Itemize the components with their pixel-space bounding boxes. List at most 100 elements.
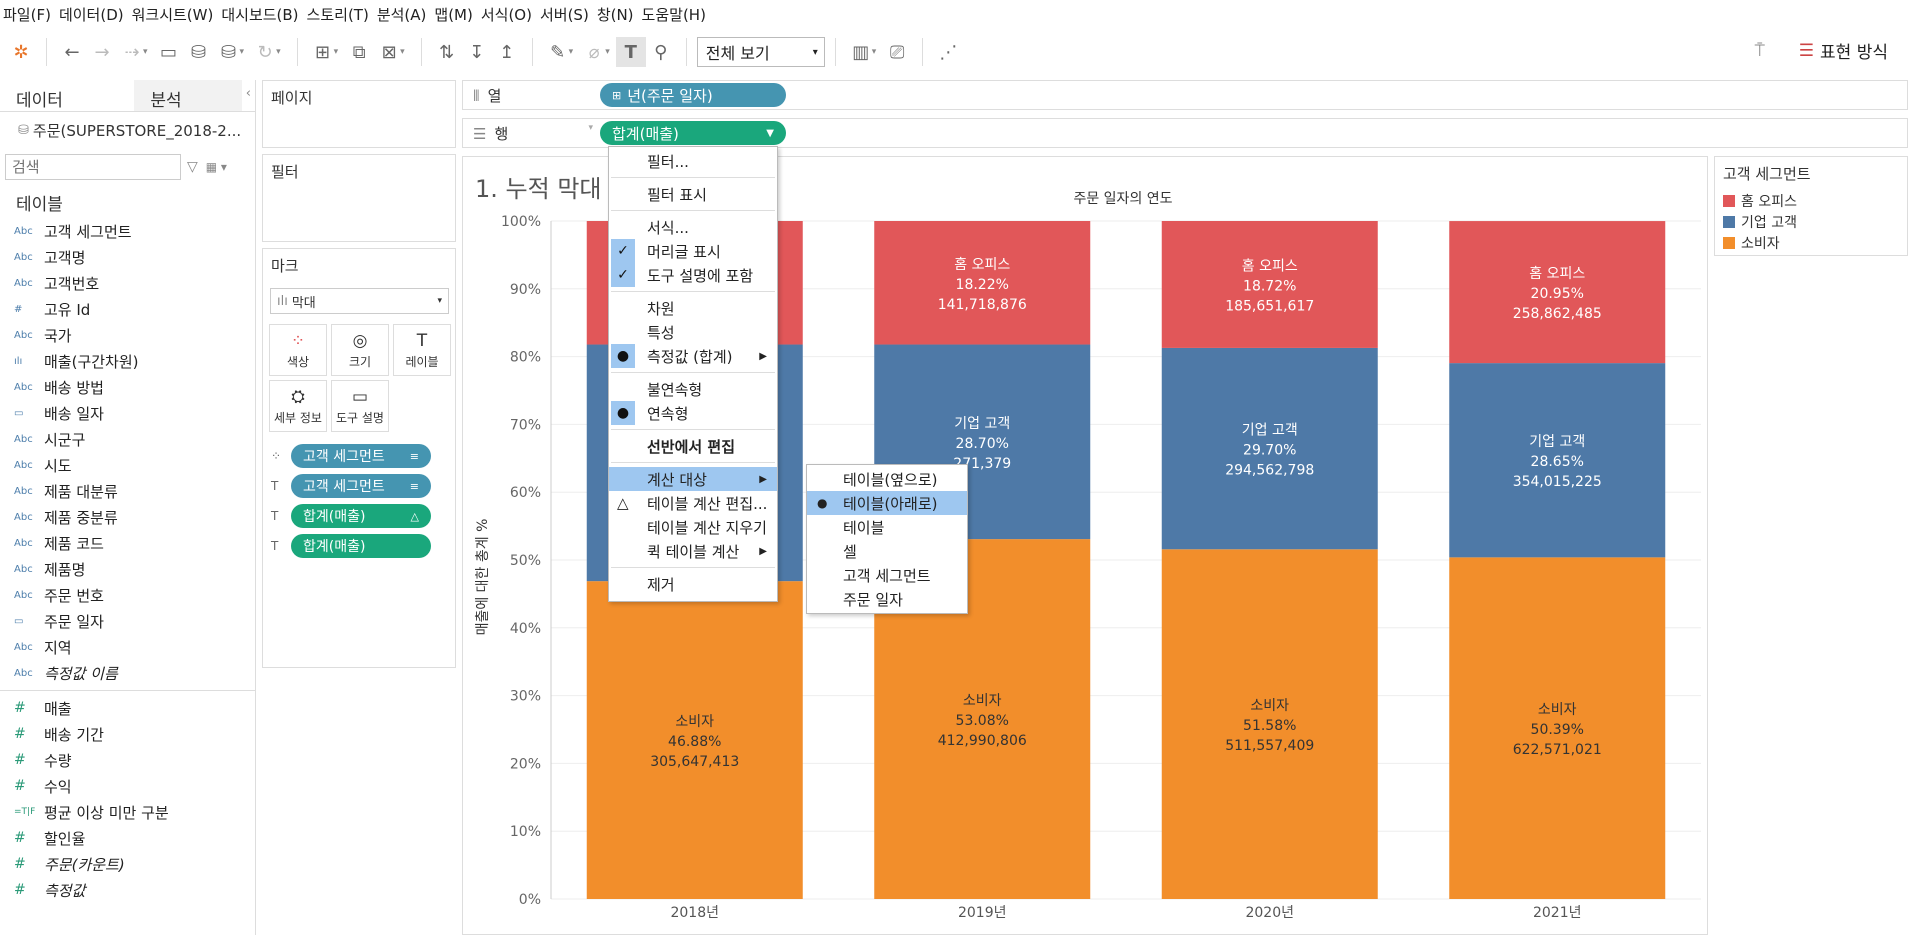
context-menu-item-계산-대상[interactable]: 계산 대상 ▶ [609,467,777,491]
show-cards-dropdown-icon[interactable]: ▾ [872,47,877,57]
presentation-mode-icon[interactable]: ⎚ [882,37,912,67]
context-menu-item-특성[interactable]: 특성 [609,320,777,344]
mark-pill[interactable]: 고객 세그먼트 ≡ [291,444,431,468]
sort-ascending-icon[interactable]: ↧ [462,37,492,67]
submenu-item-테이블[interactable]: 테이블 [807,515,967,539]
context-menu-item-머리글-표시[interactable]: ✓ 머리글 표시 [609,239,777,263]
field-item[interactable]: # 측정값 [0,877,255,903]
filter-icon[interactable]: ▽ [187,159,198,175]
context-menu-item-테이블-계산-지우기[interactable]: 테이블 계산 지우기 [609,515,777,539]
replay-dropdown-icon[interactable]: ▾ [143,47,148,57]
menu-item-3[interactable]: 대시보드(B) [218,4,303,25]
menu-item-1[interactable]: 데이터(D) [56,4,129,25]
submenu-item-셀[interactable]: 셀 [807,539,967,563]
field-item[interactable]: Abc 지역 [0,634,255,660]
legend-item[interactable]: 홈 오피스 [1723,190,1899,211]
new-worksheet-dropdown-icon[interactable]: ▾ [334,47,339,57]
mark-pill[interactable]: 고객 세그먼트 ≡ [291,474,431,498]
field-item[interactable]: # 수익 [0,773,255,799]
columns-shelf[interactable]: ⦀ 열 ⊞ 년(주문 일자) [462,80,1908,110]
pages-card[interactable]: 페이지 [262,80,456,148]
list-view-icon[interactable]: ▦ ▾ [206,160,227,174]
menu-item-4[interactable]: 스토리(T) [304,4,374,25]
field-item[interactable]: # 주문(카운트) [0,851,255,877]
field-item[interactable]: Abc 고객명 [0,244,255,270]
swap-icon[interactable]: ⇅ [432,37,462,67]
tab-data[interactable]: 데이터 [0,80,135,111]
field-item[interactable]: Abc 배송 방법 [0,374,255,400]
context-menu-item-필터-표시[interactable]: 필터 표시 [609,182,777,206]
field-item[interactable]: Abc 주문 번호 [0,582,255,608]
field-item[interactable]: Abc 시도 [0,452,255,478]
mark-type-select[interactable]: ılı 막대 ▾ [270,288,449,314]
context-menu-item-연속형[interactable]: ● 연속형 [609,401,777,425]
field-item[interactable]: Abc 제품 코드 [0,530,255,556]
context-menu-item-서식[interactable]: 서식... [609,215,777,239]
menu-item-6[interactable]: 맵(M) [431,4,477,25]
menu-item-9[interactable]: 창(N) [594,4,639,25]
collapse-pane-icon[interactable]: ‹ [242,80,255,111]
mark-size-button[interactable]: ◎ 크기 [331,324,389,376]
submenu-item-고객-세그먼트[interactable]: 고객 세그먼트 [807,563,967,587]
menu-item-5[interactable]: 분석(A) [374,4,432,25]
field-item[interactable]: Abc 고객번호 [0,270,255,296]
show-labels-icon[interactable]: T [615,37,646,67]
field-item[interactable]: # 매출 [0,695,255,721]
field-item[interactable]: Abc 제품 대분류 [0,478,255,504]
menu-item-8[interactable]: 서버(S) [537,4,594,25]
field-item[interactable]: Abc 제품 중분류 [0,504,255,530]
pin-icon[interactable]: ⍑ [1755,41,1765,61]
menu-item-2[interactable]: 워크시트(W) [129,4,219,25]
pause-dropdown-icon[interactable]: ▾ [240,47,245,57]
mark-label-button[interactable]: T 레이블 [393,324,451,376]
tab-analysis[interactable]: 분석 [134,80,242,111]
field-item[interactable]: # 할인율 [0,825,255,851]
mark-color-button[interactable]: ⁘ 색상 [269,324,327,376]
rows-shelf[interactable]: ☰ 행 ▾ 합계(매출) ▼ [462,118,1908,148]
group-dropdown-icon[interactable]: ▾ [605,47,610,57]
show-me-button[interactable]: ⍑ ☰ 표현 방식 [1755,38,1888,64]
context-menu-item-퀵-테이블-계산[interactable]: 퀵 테이블 계산 ▶ [609,539,777,563]
mark-pill[interactable]: 합계(매출) △ [291,504,431,528]
field-item[interactable]: Abc 시군구 [0,426,255,452]
context-menu-item-측정값-합계[interactable]: ● 측정값 (합계) ▶ [609,344,777,368]
highlight-dropdown-icon[interactable]: ▾ [569,47,574,57]
refresh-dropdown-icon[interactable]: ▾ [276,47,281,57]
context-menu-item-필터[interactable]: 필터... [609,149,777,173]
submenu-item-테이블-아래로[interactable]: ● 테이블(아래로) [807,491,967,515]
tableau-logo-icon[interactable]: ✲ [6,37,36,67]
context-menu-item-테이블-계산-편집[interactable]: △ 테이블 계산 편집... [609,491,777,515]
fit-select[interactable]: 전체 보기 ▾ [696,37,825,67]
context-menu-item-불연속형[interactable]: 불연속형 [609,377,777,401]
year-order-date-pill[interactable]: ⊞ 년(주문 일자) [600,83,786,107]
chevron-down-icon[interactable]: ▼ [766,128,774,139]
submenu-item-주문-일자[interactable]: 주문 일자 [807,587,967,611]
context-menu-item-제거[interactable]: 제거 [609,572,777,596]
field-item[interactable]: ▭ 배송 일자 [0,400,255,426]
field-item[interactable]: Abc 고객 세그먼트 [0,218,255,244]
new-datasource-icon[interactable]: ⛁ [184,37,214,67]
field-item[interactable]: # 고유 Id [0,296,255,322]
search-input[interactable] [5,154,181,180]
fix-axes-icon[interactable]: ⚲ [646,37,676,67]
menu-item-0[interactable]: 파일(F) [0,4,56,25]
mark-detail-button[interactable]: ⛭ 세부 정보 [269,380,327,432]
share-icon[interactable]: ⋰ [933,37,963,67]
mark-tooltip-button[interactable]: ▭ 도구 설명 [331,380,389,432]
field-item[interactable]: Abc 측정값 이름 [0,660,255,686]
field-item[interactable]: ▭ 주문 일자 [0,608,255,634]
redo-icon[interactable]: → [87,37,117,67]
sum-sales-pill[interactable]: 합계(매출) ▼ [600,121,786,145]
field-item[interactable]: Abc 제품명 [0,556,255,582]
menu-item-10[interactable]: 도움말(H) [639,4,711,25]
clear-dropdown-icon[interactable]: ▾ [400,47,405,57]
duplicate-sheet-icon[interactable]: ⧉ [344,37,374,67]
field-item[interactable]: =T|F 평균 이상 미만 구분 [0,799,255,825]
submenu-item-테이블-옆으로[interactable]: 테이블(옆으로) [807,467,967,491]
legend-item[interactable]: 기업 고객 [1723,211,1899,232]
filters-card[interactable]: 필터 [262,154,456,242]
field-item[interactable]: ılı 매출(구간차원) [0,348,255,374]
sort-descending-icon[interactable]: ↥ [492,37,522,67]
field-item[interactable]: Abc 국가 [0,322,255,348]
context-menu-item-도구-설명에-포함[interactable]: ✓ 도구 설명에 포함 [609,263,777,287]
